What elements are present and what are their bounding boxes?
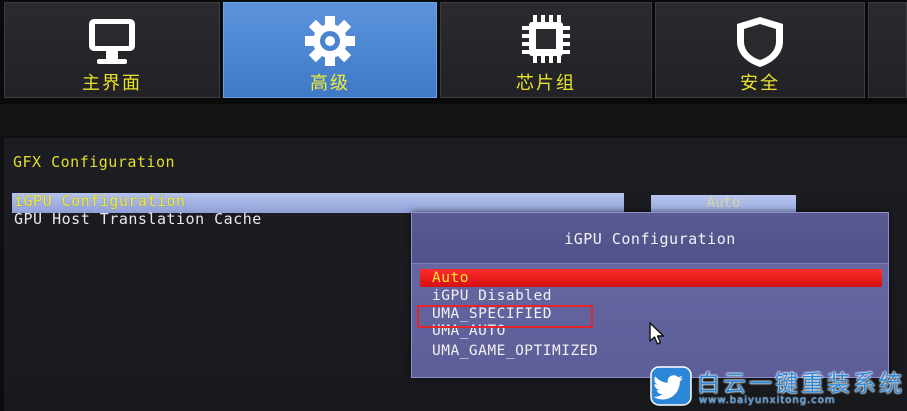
tab-bar: 主界面 高级 芯片组 安全 xyxy=(0,0,907,104)
tab-security-label: 安全 xyxy=(740,73,780,94)
watermark-title: 白云一键重装系统 xyxy=(697,371,905,397)
chip-icon xyxy=(522,15,570,63)
shield-icon xyxy=(737,17,783,67)
popup-option-igpu-disabled[interactable]: iGPU Disabled xyxy=(420,287,882,305)
watermark: 白云一键重装系统 www.baiyunxitong.com xyxy=(650,364,907,411)
popup-header: iGPU Configuration xyxy=(412,213,888,264)
tab-advanced[interactable]: 高级 xyxy=(223,2,437,98)
tab-main[interactable]: 主界面 xyxy=(4,2,220,98)
header-divider-strip xyxy=(0,104,907,136)
section-title: GFX Configuration xyxy=(13,153,176,171)
tab-partial[interactable] xyxy=(868,2,907,98)
annotation-highlight-box xyxy=(417,305,593,328)
popup-title: iGPU Configuration xyxy=(564,230,736,248)
watermark-url: www.baiyunxitong.com xyxy=(699,395,836,406)
popup-option-auto[interactable]: Auto xyxy=(420,269,882,287)
tab-security[interactable]: 安全 xyxy=(655,2,865,98)
tab-chipset-label: 芯片组 xyxy=(516,73,576,94)
gear-icon xyxy=(305,16,355,66)
tab-chipset[interactable]: 芯片组 xyxy=(440,2,652,98)
option-label-igpu-configuration[interactable]: iGPU Configuration xyxy=(14,192,186,210)
igpu-configuration-popup: iGPU Configuration Auto iGPU Disabled UM… xyxy=(411,212,889,378)
mouse-cursor-icon xyxy=(649,322,665,345)
option-label-gpu-host-translation-cache[interactable]: GPU Host Translation Cache xyxy=(14,210,262,228)
tab-advanced-label: 高级 xyxy=(310,73,350,94)
twitter-bird-icon xyxy=(650,366,692,406)
monitor-icon xyxy=(89,19,135,64)
bios-screen: 主界面 高级 芯片组 安全 GFX Configuration iGPU Con… xyxy=(0,0,907,411)
option-value-igpu-configuration[interactable]: Auto xyxy=(651,195,796,212)
tab-main-label: 主界面 xyxy=(82,73,142,94)
